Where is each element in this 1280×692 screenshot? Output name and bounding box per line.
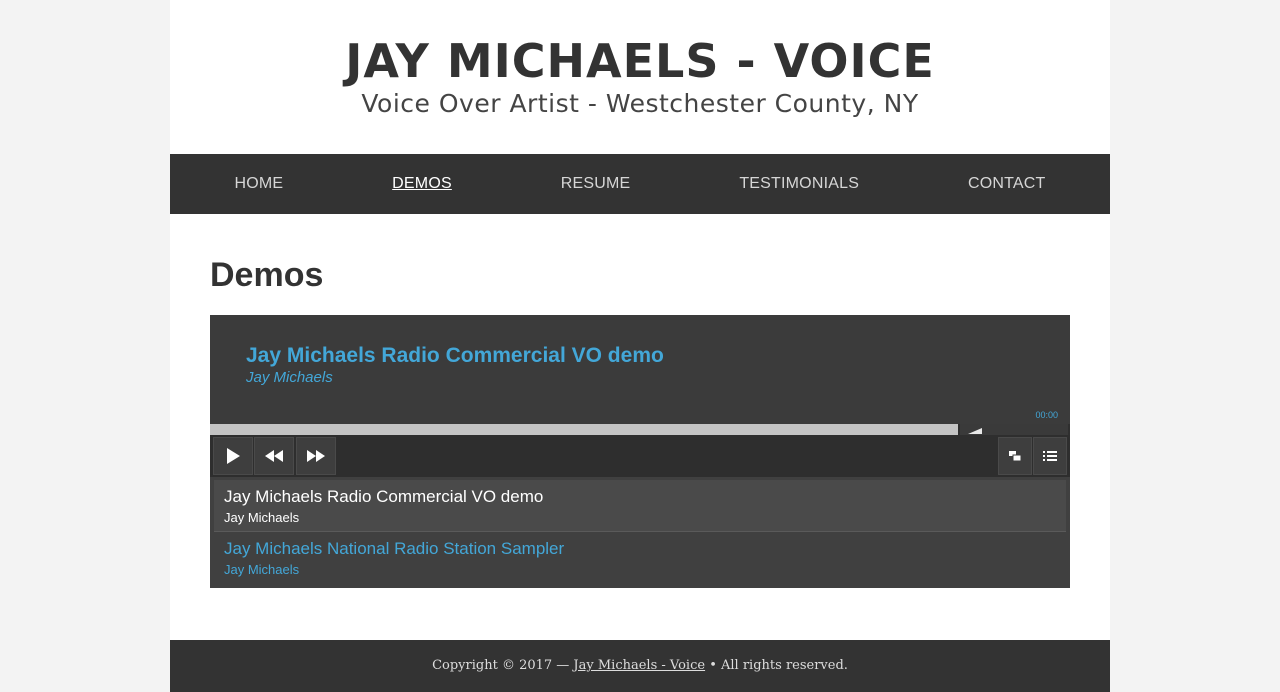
nav-demos[interactable]: DEMOS [392, 175, 452, 193]
site-tagline: Voice Over Artist - Westchester County, … [361, 89, 919, 118]
fast-forward-icon [307, 450, 325, 462]
playlist-item-title: Jay Michaels Radio Commercial VO demo [224, 487, 544, 506]
progress-bar[interactable] [210, 424, 958, 435]
now-playing-panel: Jay Michaels Radio Commercial VO demo Ja… [210, 315, 1070, 424]
playlist: Jay Michaels Radio Commercial VO demo Ja… [210, 477, 1070, 588]
main-content: Demos Jay Michaels Radio Commercial VO d… [170, 214, 1110, 588]
playlist-item-title: Jay Michaels National Radio Station Samp… [224, 539, 565, 558]
popout-button[interactable] [998, 437, 1032, 475]
rewind-icon [265, 450, 283, 462]
audio-player: Jay Michaels Radio Commercial VO demo Ja… [210, 315, 1070, 588]
main-nav: HOME DEMOS RESUME TESTIMONIALS CONTACT [170, 154, 1110, 214]
footer-site-link[interactable]: Jay Michaels - Voice [573, 658, 705, 673]
volume-slider[interactable] [960, 424, 1068, 435]
nav-resume[interactable]: RESUME [561, 175, 631, 193]
volume-icon [968, 428, 982, 434]
playlist-item-artist: Jay Michaels [224, 510, 300, 525]
playlist-toggle-button[interactable] [1033, 437, 1067, 475]
time-display: 00:00 [1035, 410, 1058, 420]
playlist-item[interactable]: Jay Michaels Radio Commercial VO demo Ja… [214, 480, 1066, 532]
site-title[interactable]: JAY MICHAELS - VOICE [170, 0, 1110, 89]
copyright-suffix: • All rights reserved. [705, 658, 848, 673]
page-title: Demos [210, 256, 324, 294]
now-playing-artist: Jay Michaels [246, 369, 333, 386]
play-button[interactable] [213, 437, 253, 475]
nav-testimonials[interactable]: TESTIMONIALS [739, 175, 859, 193]
copyright-prefix: Copyright © 2017 — [432, 658, 574, 673]
now-playing-title: Jay Michaels Radio Commercial VO demo [246, 344, 664, 367]
playlist-item-artist: Jay Michaels [224, 562, 300, 577]
playlist-item[interactable]: Jay Michaels National Radio Station Samp… [214, 532, 1066, 584]
site-footer: Copyright © 2017 — Jay Michaels - Voice … [170, 640, 1110, 692]
previous-button[interactable] [254, 437, 294, 475]
popout-icon [1009, 451, 1022, 462]
page: JAY MICHAELS - VOICE Voice Over Artist -… [170, 0, 1110, 692]
next-button[interactable] [296, 437, 336, 475]
controls-bar [210, 435, 1070, 477]
site-header: JAY MICHAELS - VOICE Voice Over Artist -… [170, 0, 1110, 154]
progress-row [210, 424, 1070, 435]
nav-contact[interactable]: CONTACT [968, 175, 1046, 193]
nav-home[interactable]: HOME [234, 175, 283, 193]
play-icon [227, 448, 240, 464]
playlist-icon [1043, 451, 1057, 461]
